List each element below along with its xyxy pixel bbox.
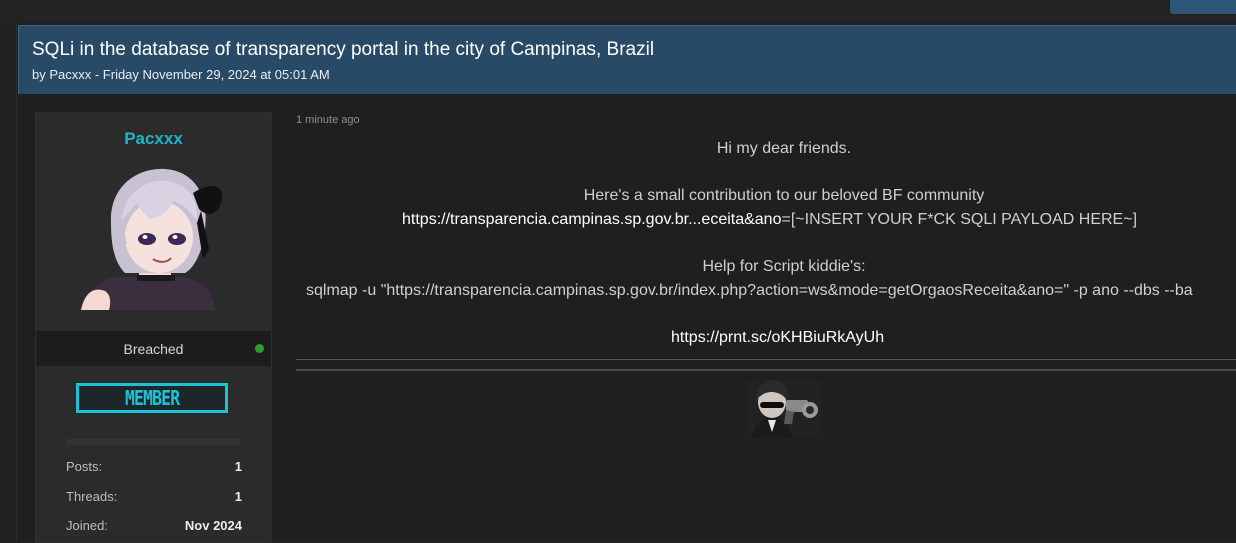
thread-byline: by Pacxxx - Friday November 29, 2024 at …	[32, 67, 330, 82]
online-status-icon	[255, 344, 264, 353]
author-panel: Pacxxx Breached MEMBER Posts: 1 Threads:…	[35, 112, 272, 543]
rank-title: Breached	[123, 341, 184, 357]
member-badge: MEMBER	[76, 383, 228, 413]
post-intro: Here's a small contribution to our belov…	[583, 187, 985, 204]
vuln-url-link[interactable]: https://transparencia.campinas.sp.gov.br…	[402, 211, 781, 228]
screenshot-link[interactable]: https://prnt.sc/oKHBiuRkAyUh	[671, 329, 884, 347]
stat-value: 1	[234, 489, 242, 504]
author-username[interactable]: Pacxxx	[36, 129, 271, 149]
post-greeting: Hi my dear friends.	[716, 140, 852, 157]
stat-label: Posts:	[66, 459, 103, 474]
signature-image	[746, 380, 822, 438]
stat-label: Threads:	[66, 489, 118, 504]
stat-posts: Posts: 1	[66, 459, 242, 477]
sqlmap-command: sqlmap -u "https://transparencia.campina…	[306, 282, 1193, 299]
post-timestamp[interactable]: 1 minute ago	[296, 114, 360, 126]
stat-joined: Joined: Nov 2024	[66, 518, 242, 536]
signature-divider	[296, 369, 1236, 371]
thread-title: SQLi in the database of transparency por…	[32, 39, 655, 60]
stat-threads: Threads: 1	[66, 489, 242, 507]
avatar[interactable]	[81, 163, 228, 310]
signature-divider	[296, 359, 1236, 360]
stat-value: 1	[234, 459, 242, 474]
stat-label: Joined:	[66, 518, 108, 533]
top-right-button[interactable]	[1170, 0, 1236, 14]
vuln-url: https://transparencia.campinas.sp.gov.br…	[402, 211, 1137, 229]
rank-bar: Breached	[36, 331, 271, 366]
top-strip	[0, 0, 1236, 22]
stat-value: Nov 2024	[184, 518, 242, 533]
vuln-url-rest: =[~INSERT YOUR F*CK SQLI PAYLOAD HERE~]	[781, 211, 1138, 228]
help-heading: Help for Script kiddie's:	[702, 258, 866, 275]
member-badge-text: MEMBER	[124, 386, 180, 410]
reputation-bar	[66, 439, 240, 445]
thread-header: SQLi in the database of transparency por…	[18, 25, 1236, 94]
